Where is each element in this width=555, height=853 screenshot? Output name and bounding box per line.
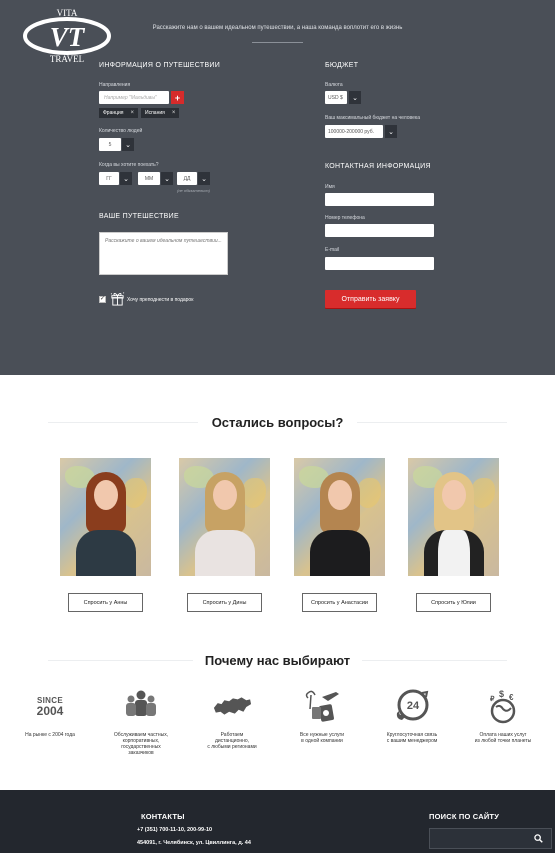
- add-direction-button[interactable]: +: [171, 91, 184, 104]
- remove-tag-icon[interactable]: ×: [131, 110, 135, 116]
- travel-services-icon: [302, 688, 342, 724]
- chevron-down-icon[interactable]: ⌄: [385, 125, 397, 138]
- currency-label: Валюта: [325, 82, 343, 88]
- consultant-photo: [179, 458, 270, 576]
- name-label: Имя: [325, 184, 335, 190]
- divider: [252, 42, 303, 43]
- feature-item: 24 Круглосуточная связь с вашим менеджер…: [375, 688, 449, 744]
- feature-item: Работаем дистанционно, с любыми регионам…: [195, 688, 269, 750]
- people-count-value: 5: [108, 141, 112, 148]
- logo-top-text: VITA: [57, 8, 78, 18]
- max-budget-label: Ваш максимальный бюджет на человека: [325, 115, 420, 121]
- date-day-select[interactable]: ДД: [177, 172, 197, 185]
- gift-label: Хочу преподнести в подарок: [127, 297, 194, 303]
- phone-label: Номер телефона: [325, 215, 365, 221]
- contacts-heading: КОНТАКТЫ: [141, 812, 185, 821]
- direction-tag: Франция ×: [99, 108, 139, 118]
- ask-consultant-button[interactable]: Спросить у Юлии: [416, 593, 491, 612]
- when-label: Когда вы хотите поехать?: [99, 162, 159, 168]
- direction-tag-label: Франция: [103, 110, 124, 116]
- directions-label: Направления: [99, 82, 131, 88]
- chevron-down-icon[interactable]: ⌄: [349, 91, 361, 104]
- questions-title: Остались вопросы?: [211, 415, 344, 430]
- people-count-label: Количество людей: [99, 128, 143, 134]
- vita-travel-logo[interactable]: VITA VT TRAVEL: [22, 6, 112, 63]
- footer-phone[interactable]: +7 (351) 700-11-10, 200-99-10: [137, 827, 212, 833]
- feature-item: Все нужные услуги в одной компании: [285, 688, 359, 744]
- search-icon[interactable]: [534, 834, 543, 843]
- feature-text: Работаем дистанционно, с любыми регионам…: [207, 732, 257, 750]
- direction-tag-label: Испания: [145, 110, 165, 116]
- svg-text:€: €: [509, 693, 514, 702]
- feature-item: SINCE 2004 На рынке с 2004 года: [13, 688, 87, 738]
- travel-info-heading: ИНФОРМАЦИЯ О ПУТЕШЕСТВИИ: [99, 62, 221, 69]
- consultant-photo: [408, 458, 499, 576]
- directions-input[interactable]: Например "Мальдивы": [99, 91, 169, 104]
- name-input[interactable]: [325, 193, 434, 206]
- feature-text: На рынке с 2004 года: [25, 732, 75, 738]
- feature-item: Обслуживаем частных, корпоративных, госу…: [104, 688, 178, 756]
- site-search-heading: ПОИСК ПО САЙТУ: [429, 812, 500, 821]
- your-trip-heading: ВАШЕ ПУТЕШЕСТВИЕ: [99, 213, 179, 220]
- since-badge-icon: SINCE 2004: [30, 688, 70, 724]
- svg-text:24: 24: [407, 700, 420, 712]
- currency-value: USD $: [328, 94, 343, 101]
- phone-24-icon: 24: [392, 688, 432, 724]
- date-year-value: ГГ: [106, 175, 112, 182]
- phone-input[interactable]: [325, 224, 434, 237]
- feature-text: Обслуживаем частных, корпоративных, госу…: [113, 732, 169, 756]
- footer-address: 454091, г. Челябинск, ул. Цвиллинга, д. …: [137, 840, 251, 846]
- direction-tag: Испания ×: [141, 108, 180, 118]
- gift-checkbox[interactable]: ✓: [99, 296, 106, 303]
- consultant-photo: [294, 458, 385, 576]
- feature-text: Все нужные услуги в одной компании: [299, 732, 345, 744]
- ask-consultant-button[interactable]: Спросить у Анны: [68, 593, 143, 612]
- consultant-photo: [60, 458, 151, 576]
- chevron-down-icon[interactable]: ⌄: [161, 172, 173, 185]
- svg-text:$: $: [499, 689, 504, 699]
- submit-button[interactable]: Отправить заявку: [325, 290, 416, 308]
- russia-map-icon: [212, 688, 252, 724]
- trip-description-textarea[interactable]: [99, 232, 228, 275]
- gift-icon: [110, 292, 125, 306]
- ask-consultant-button[interactable]: Спросить у Анастасии: [302, 593, 377, 612]
- logo-bottom-text: TRAVEL: [50, 54, 84, 63]
- email-label: E-mail: [325, 247, 340, 253]
- remove-tag-icon[interactable]: ×: [172, 110, 176, 116]
- svg-text:VT: VT: [50, 22, 86, 52]
- date-day-value: ДД: [183, 175, 191, 182]
- date-month-value: ММ: [144, 175, 154, 182]
- budget-heading: БЮДЖЕТ: [325, 62, 359, 69]
- people-icon: [121, 688, 161, 724]
- date-month-select[interactable]: ММ: [138, 172, 160, 185]
- email-input[interactable]: [325, 257, 434, 270]
- payment-globe-icon: $ € ₽: [483, 688, 523, 724]
- since-year: 2004: [36, 704, 64, 718]
- feature-item: $ € ₽ Оплата наших услуг из любой точки …: [466, 688, 540, 744]
- why-us-title: Почему нас выбирают: [204, 653, 351, 668]
- chevron-down-icon[interactable]: ⌄: [122, 138, 134, 151]
- feature-text: Оплата наших услуг из любой точки планет…: [474, 732, 532, 744]
- contact-heading: КОНТАКТНАЯ ИНФОРМАЦИЯ: [325, 163, 431, 170]
- max-budget-value: 100000-200000 руб.: [328, 128, 374, 135]
- svg-text:₽: ₽: [490, 695, 495, 703]
- currency-select[interactable]: USD $: [325, 91, 347, 104]
- optional-hint: (не обязательно): [177, 188, 211, 193]
- people-count-select[interactable]: 5: [99, 138, 121, 151]
- chevron-down-icon[interactable]: ⌄: [198, 172, 210, 185]
- max-budget-select[interactable]: 100000-200000 руб.: [325, 125, 383, 138]
- chevron-down-icon[interactable]: ⌄: [120, 172, 132, 185]
- ask-consultant-button[interactable]: Спросить у Дины: [187, 593, 262, 612]
- directions-placeholder: Например "Мальдивы": [104, 94, 157, 101]
- feature-text: Круглосуточная связь с вашим менеджером: [386, 732, 438, 744]
- date-year-select[interactable]: ГГ: [99, 172, 119, 185]
